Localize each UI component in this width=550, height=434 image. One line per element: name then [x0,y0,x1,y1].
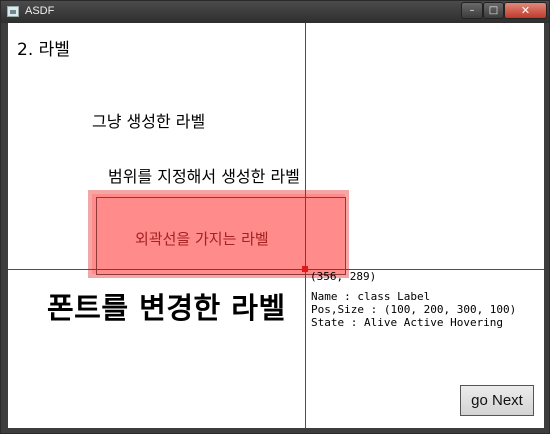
debug-name-line: Name : class Label [311,290,431,303]
cursor-marker [302,266,308,272]
ranged-label: 범위를 지정해서 생성한 라벨 [108,167,300,186]
minimize-button[interactable]: – [461,2,483,19]
crosshair-vertical-line [305,23,306,428]
client-area: 2. 라벨 그냥 생성한 라벨 범위를 지정해서 생성한 라벨 외곽선을 가지는… [8,23,544,428]
window-title: ASDF [25,5,55,17]
cursor-coordinates: (356, 289) [310,270,377,283]
outlined-label-text: 외곽선을 가지는 라벨 [135,230,269,248]
go-next-button[interactable]: go Next [460,385,534,416]
maximize-button[interactable]: □ [483,2,504,19]
title-bar[interactable]: ASDF – □ ✕ [1,1,549,23]
debug-state-line: State : Alive Active Hovering [311,316,504,329]
crosshair-horizontal-line [8,269,544,270]
debug-pos-size-line: Pos,Size : (100, 200, 300, 100) [311,303,517,316]
app-window: ASDF – □ ✕ 2. 라벨 그냥 생성한 라벨 범위를 지정해서 생성한 … [0,0,550,434]
font-label: 폰트를 변경한 라벨 [47,291,286,325]
app-icon [7,6,19,17]
plain-label: 그냥 생성한 라벨 [92,112,206,131]
close-button[interactable]: ✕ [504,2,547,19]
scene-title: 2. 라벨 [17,40,70,60]
